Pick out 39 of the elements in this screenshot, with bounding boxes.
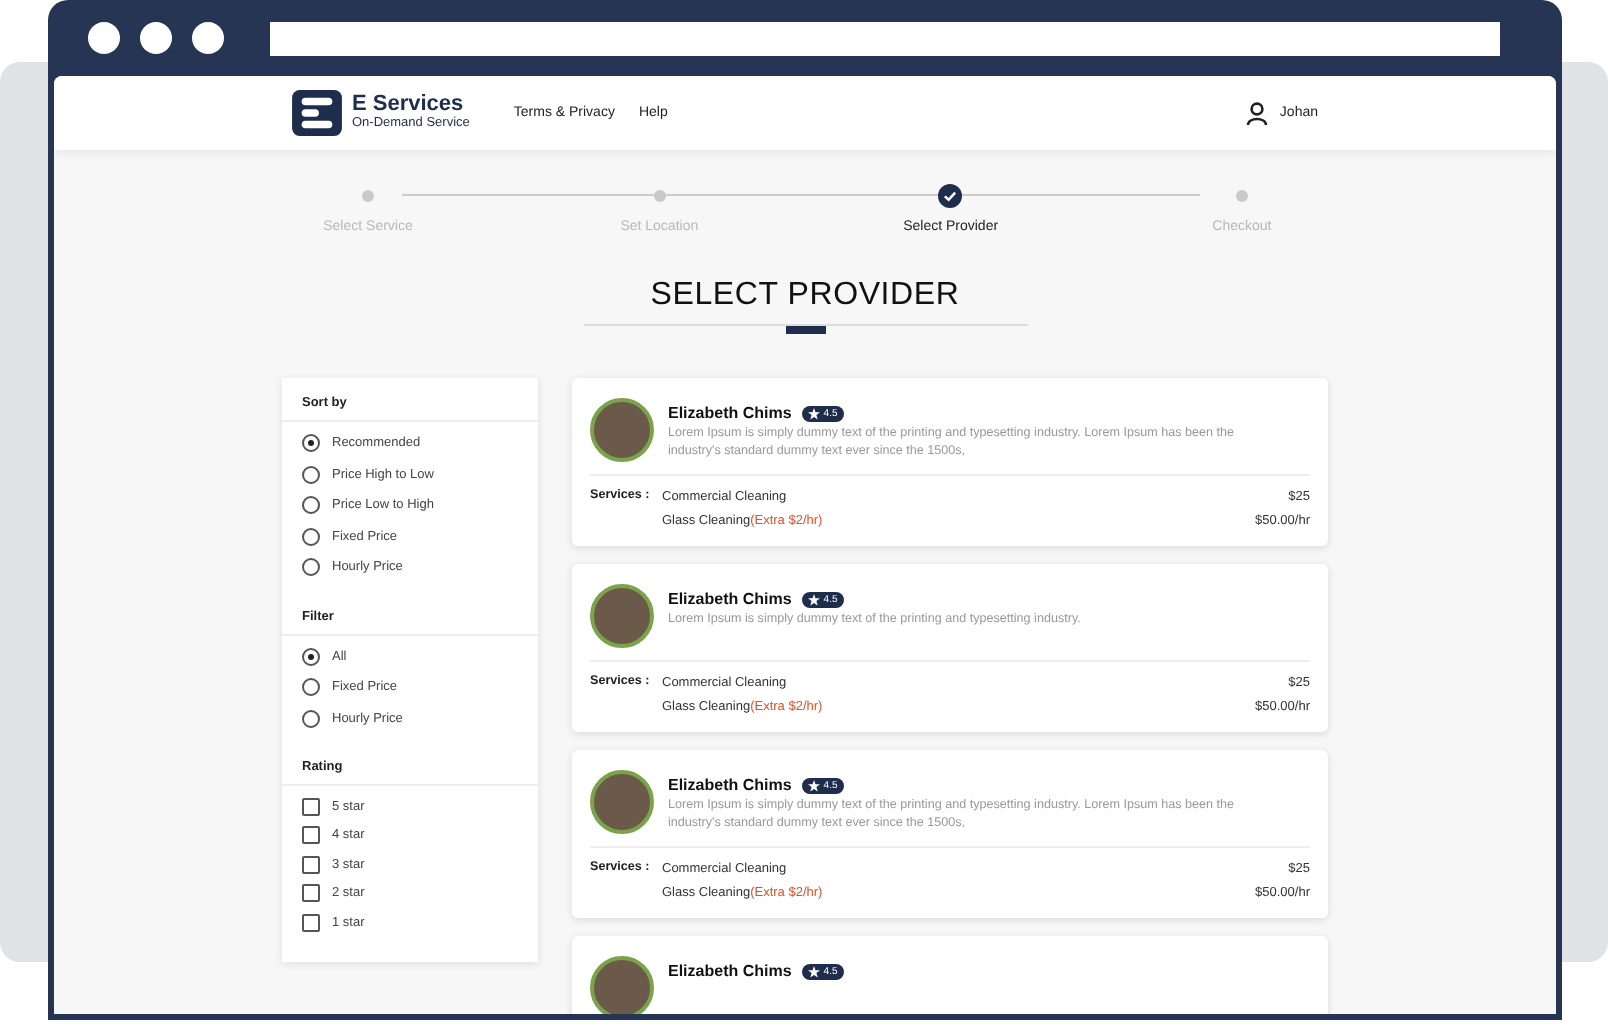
window-dot-icon [192, 22, 224, 54]
provider-name: Elizabeth Chims [668, 962, 792, 980]
checkbox[interactable] [302, 826, 320, 845]
radio-button[interactable] [302, 434, 320, 453]
user-icon [1245, 101, 1268, 125]
radio-button[interactable] [302, 709, 320, 728]
avatar-placeholder [590, 956, 654, 1014]
radio-button[interactable] [302, 465, 320, 484]
page-title: SELECT PROVIDER [648, 278, 962, 314]
radio-button[interactable] [302, 647, 320, 666]
checkbox[interactable] [302, 797, 320, 816]
provider-card[interactable] [572, 378, 1328, 546]
provider-name: Elizabeth Chims [668, 404, 792, 422]
window-dot-icon [88, 22, 120, 54]
star-icon [807, 779, 820, 791]
provider-card[interactable] [572, 750, 1328, 918]
window-dot-icon [140, 22, 172, 54]
radio-button[interactable] [302, 678, 320, 697]
checkbox[interactable] [302, 913, 320, 932]
checkbox[interactable] [302, 855, 320, 874]
star-icon [807, 593, 820, 605]
checkbox[interactable] [302, 884, 320, 903]
star-icon [807, 965, 820, 977]
provider-name: Elizabeth Chims [668, 776, 792, 794]
step-dot-icon [1235, 190, 1248, 202]
avatar-placeholder [590, 770, 654, 834]
avatar-placeholder [590, 584, 654, 648]
radio-button[interactable] [302, 527, 320, 546]
address-bar[interactable] [270, 21, 1500, 55]
radio-button[interactable] [302, 558, 320, 577]
step-dot-icon [362, 190, 374, 202]
avatar-placeholder [590, 398, 654, 462]
star-icon [807, 407, 820, 419]
check-icon [938, 184, 963, 208]
radio-button[interactable] [302, 496, 320, 515]
brand-name: E Services [352, 94, 464, 117]
title-underline [785, 326, 825, 334]
logo-icon [292, 90, 342, 136]
provider-name: Elizabeth Chims [668, 590, 792, 608]
